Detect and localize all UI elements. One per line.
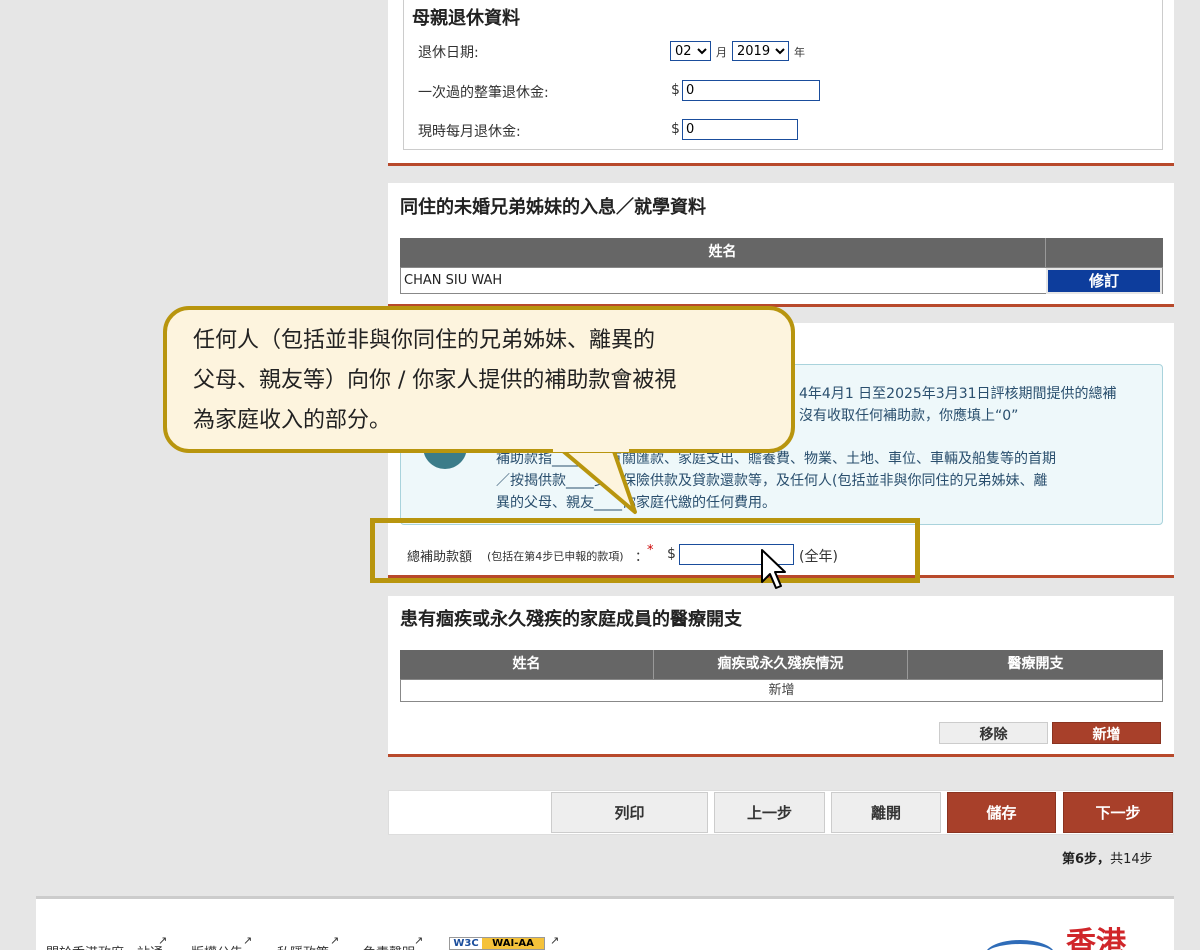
panel-edge-bottom [388, 150, 1174, 163]
callout-line-1: 任何人（包括並非與你同住的兄弟姊妹、離異的 [193, 328, 656, 353]
wai-label: WAI-AA [482, 938, 544, 949]
monthly-pension-currency: $ [671, 121, 680, 137]
year-unit: 年 [794, 46, 805, 59]
retire-date-label: 退休日期: [418, 45, 479, 61]
footer-link-about[interactable]: 關於香港政府一站通 [46, 942, 163, 950]
add-button[interactable]: 新增 [1052, 722, 1161, 744]
external-link-icon: ↗ [330, 934, 340, 947]
save-button[interactable]: 儲存 [947, 792, 1056, 833]
lump-sum-currency: $ [671, 82, 680, 98]
external-link-icon: ↗ [243, 934, 253, 947]
footer-link-disclaimer[interactable]: 免責聲明 [363, 942, 415, 950]
external-link-icon: ↗ [158, 934, 168, 947]
gov-logo-text: 香港 [1066, 926, 1126, 950]
add-row-label: 新增 [768, 683, 795, 698]
footer-link-copyright[interactable]: 版權公告 [191, 942, 243, 950]
mother-retirement-title: 母親退休資料 [412, 8, 520, 29]
step-total: 共14步 [1110, 852, 1153, 867]
col-action-header [1046, 238, 1163, 267]
lump-sum-input[interactable] [682, 80, 820, 101]
step-separator: ， [1097, 852, 1111, 867]
footer-link-privacy[interactable]: 私隱政策 [277, 942, 329, 950]
highlight-frame [370, 518, 920, 583]
medical-title: 患有痼疾或永久殘疾的家庭成員的醫療開支 [400, 609, 742, 630]
monthly-pension-input[interactable] [682, 119, 798, 140]
section-divider [388, 754, 1174, 757]
print-button[interactable]: 列印 [551, 792, 708, 833]
next-step-button[interactable]: 下一步 [1063, 792, 1173, 833]
retire-month-select[interactable]: 02 [670, 41, 711, 61]
callout-tail-cover [553, 444, 629, 452]
lump-sum-label: 一次過的整筆退休金: [418, 85, 549, 101]
col-expense-header: 醫療開支 [1007, 656, 1064, 672]
callout-line-3: 為家庭收入的部分。 [193, 408, 392, 433]
sibling-name: CHAN SIU WAH [404, 273, 503, 288]
leave-button[interactable]: 離開 [831, 792, 941, 833]
w3c-label: W3C [450, 938, 482, 949]
edit-sibling-button[interactable]: 修訂 [1046, 268, 1162, 294]
col-name-header: 姓名 [400, 650, 654, 679]
info-text-2: 沒有收取任何補助款，你應填上“0” [799, 408, 1019, 424]
month-unit: 月 [716, 46, 727, 59]
info-text-1: 4年4月1 日至2025年3月31日評核期間提供的總補 [799, 386, 1117, 402]
col-name-header: 姓名 [400, 238, 1046, 267]
medical-add-row[interactable]: 新增 [400, 679, 1163, 702]
monthly-pension-label: 現時每月退休金: [418, 124, 521, 140]
col-condition-header: 痼疾或永久殘疾情況 [654, 650, 908, 679]
section-divider [388, 163, 1174, 166]
prev-step-button[interactable]: 上一步 [714, 792, 825, 833]
mother-retirement-outer [388, 0, 403, 163]
callout-line-2: 父母、親友等）向你 / 你家人提供的補助款會被視 [193, 368, 677, 393]
step-current: 第6步 [1062, 852, 1098, 867]
wai-aa-badge[interactable]: W3C WAI-AA [449, 937, 545, 950]
external-link-icon: ↗ [414, 934, 424, 947]
remove-button[interactable]: 移除 [939, 722, 1048, 744]
external-link-icon: ↗ [550, 934, 560, 947]
medical-table-header: 姓名 痼疾或永久殘疾情況 醫療開支 [400, 650, 1163, 679]
siblings-table-header: 姓名 [400, 238, 1163, 267]
panel-edge [1163, 0, 1174, 163]
retire-year-select[interactable]: 2019 [732, 41, 789, 61]
siblings-title: 同住的未婚兄弟姊妹的入息／就學資料 [400, 197, 706, 218]
mouse-cursor-icon [761, 549, 786, 589]
step-indicator: 第6步，共14步 [1062, 848, 1153, 867]
